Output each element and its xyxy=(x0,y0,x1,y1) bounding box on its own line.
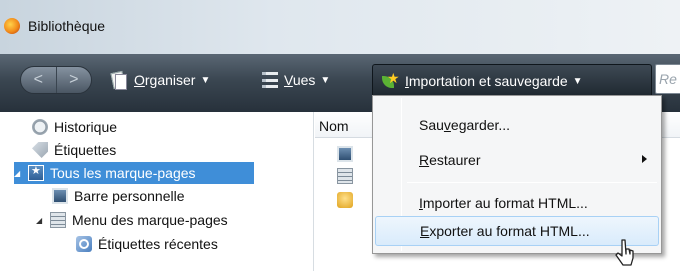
import-save-menu-button[interactable]: ★ Importation et sauvegarde ▼ xyxy=(372,64,652,96)
sidebar-item-label: Barre personnelle xyxy=(74,188,185,204)
expand-arrow-icon[interactable]: ◢ xyxy=(36,216,46,225)
views-label: Vues xyxy=(284,72,315,88)
import-save-label: Importation et sauvegarde xyxy=(405,73,568,89)
organise-label-accel: O xyxy=(134,72,145,88)
import-label-post: mportation et sauvegarde xyxy=(408,73,568,89)
menu-item-backup[interactable]: Sau v egarder... xyxy=(375,110,659,140)
firefox-logo-icon xyxy=(4,18,20,34)
history-icon xyxy=(32,119,48,135)
menu-item-restore[interactable]: Restaurer xyxy=(375,145,659,175)
organise-menu-button[interactable]: Organiser ▼ xyxy=(110,68,210,92)
menu-label-accel: E xyxy=(420,223,430,239)
views-label-post: ues xyxy=(292,72,316,88)
organise-label-post: rganiser xyxy=(144,72,196,88)
import-star-icon: ★ xyxy=(381,70,400,90)
organise-icon xyxy=(110,71,127,90)
bookmark-bar-icon xyxy=(52,188,68,204)
views-menu-button[interactable]: Vues ▼ xyxy=(262,68,330,92)
search-input[interactable]: Re xyxy=(655,64,680,94)
tag-icon xyxy=(32,142,48,158)
expand-arrow-icon[interactable]: ◢ xyxy=(14,169,24,178)
sidebar-tree: Historique Étiquettes ◢ Tous les marque-… xyxy=(0,112,314,271)
forward-button[interactable]: > xyxy=(55,67,92,93)
sidebar-item-label: Étiquettes xyxy=(54,142,117,158)
sidebar-item-recent-tags[interactable]: Étiquettes récentes xyxy=(76,233,218,255)
mouse-cursor-icon xyxy=(615,239,634,266)
menu-label-post: mporter au format HTML... xyxy=(422,195,588,211)
unsorted-bookmarks-icon xyxy=(337,192,353,208)
search-tag-icon xyxy=(76,236,92,252)
bookmark-menu-icon xyxy=(337,168,353,184)
bookmark-menu-icon xyxy=(50,212,66,228)
back-button[interactable]: < xyxy=(21,67,56,93)
title-bar: Bibliothèque xyxy=(0,0,680,54)
sidebar-item-history[interactable]: Historique xyxy=(32,116,117,138)
menu-label-accel: R xyxy=(419,152,430,168)
sidebar-item-label: Tous les marque-pages xyxy=(50,165,196,181)
window-title: Bibliothèque xyxy=(28,18,106,34)
views-label-accel: V xyxy=(284,72,293,88)
nav-buttons: < > xyxy=(20,66,92,94)
menu-separator xyxy=(407,182,657,183)
submenu-arrow-icon xyxy=(642,155,647,163)
sidebar-item-label: Menu des marque-pages xyxy=(72,212,228,228)
menu-label-accel: v xyxy=(443,117,451,133)
sidebar-item-tags[interactable]: Étiquettes xyxy=(32,139,116,161)
chevron-down-icon: ▼ xyxy=(200,74,211,86)
menu-item-import-html[interactable]: Importer au format HTML... xyxy=(375,188,659,218)
chevron-down-icon: ▼ xyxy=(320,74,331,86)
bookmark-bar-icon xyxy=(337,146,353,162)
menu-label-pre: Sau xyxy=(419,117,444,133)
sidebar-item-all-bookmarks[interactable]: ◢ Tous les marque-pages xyxy=(14,162,254,184)
organise-label: Organiser xyxy=(134,72,195,88)
menu-label-post: xporter au format HTML... xyxy=(429,223,590,239)
import-save-dropdown-menu: Sau v egarder... Restaurer Importer au for… xyxy=(372,95,662,254)
sidebar-item-bookmarks-menu[interactable]: ◢ Menu des marque-pages xyxy=(36,209,228,231)
sidebar-item-label: Historique xyxy=(54,119,118,135)
menu-label-post: estaurer xyxy=(429,152,481,168)
views-icon xyxy=(262,72,278,88)
star-folder-icon xyxy=(28,164,44,181)
import-save-content: ★ Importation et sauvegarde ▼ xyxy=(381,69,583,93)
menu-label-post: egarder... xyxy=(450,117,511,133)
chevron-down-icon: ▼ xyxy=(572,75,583,87)
sidebar-item-personal-toolbar[interactable]: Barre personnelle xyxy=(52,185,185,207)
sidebar-item-label: Étiquettes récentes xyxy=(98,236,218,252)
